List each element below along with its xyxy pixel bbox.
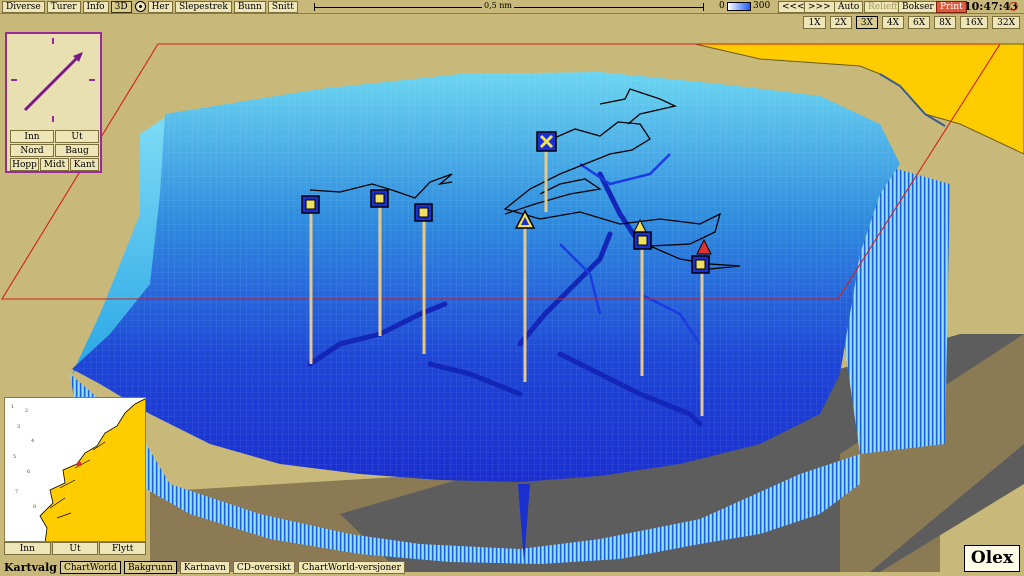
- scale-label: 0,5 nm: [482, 1, 515, 10]
- waypoint-marker[interactable]: [633, 231, 652, 250]
- bokser-button[interactable]: Bokser: [898, 1, 938, 13]
- compass-buttons-row3: Hopp Midt Kant: [10, 158, 99, 171]
- compass-baug-button[interactable]: Baug: [55, 144, 99, 157]
- olex-logo: Olex: [964, 545, 1020, 572]
- menu-turer[interactable]: Turer: [46, 0, 81, 13]
- compass-inn-button[interactable]: Inn: [10, 130, 54, 143]
- target-icon[interactable]: [134, 1, 146, 12]
- relieff-button[interactable]: Relieff: [864, 1, 902, 13]
- waypoint-marker[interactable]: [414, 203, 433, 222]
- svg-text:7: 7: [15, 489, 18, 495]
- svg-text:5: 5: [13, 454, 16, 460]
- depth-color-bar[interactable]: [727, 2, 751, 11]
- menu-diverse[interactable]: Diverse: [2, 0, 45, 13]
- bathymetry-3d-view[interactable]: [0, 14, 1024, 572]
- compass-hopp-button[interactable]: Hopp: [10, 158, 39, 171]
- svg-text:3: 3: [17, 424, 20, 430]
- minimap-flytt-button[interactable]: Flytt: [99, 542, 146, 555]
- bottom-chart-bar: Kartvalg ChartWorld Bakgrunn Kartnavn CD…: [0, 558, 1024, 576]
- compass-buttons: Inn Ut Nord Baug: [10, 130, 99, 157]
- mode-3d-button[interactable]: 3D: [110, 0, 132, 13]
- svg-text:6: 6: [27, 469, 30, 475]
- kartnavn-button[interactable]: Kartnavn: [179, 560, 230, 574]
- print-button[interactable]: Print: [936, 1, 967, 13]
- kartvalg-label: Kartvalg: [4, 560, 57, 574]
- bakgrunn-button[interactable]: Bakgrunn: [123, 560, 177, 574]
- slepestrek-button[interactable]: Slepestrek: [175, 0, 232, 13]
- sun-icon[interactable]: [1009, 2, 1018, 11]
- compass-midt-button[interactable]: Midt: [40, 158, 69, 171]
- depth-max-label: 300: [753, 1, 771, 11]
- next-button[interactable]: >>>: [804, 1, 835, 13]
- compass-panel: Inn Ut Nord Baug Hopp Midt Kant: [5, 32, 102, 173]
- waypoint-marker[interactable]: [370, 189, 389, 208]
- depth-min-label: 0: [719, 1, 725, 11]
- chartworld-versjoner-button[interactable]: ChartWorld-versjoner: [297, 560, 405, 574]
- compass-ut-button[interactable]: Ut: [55, 130, 99, 143]
- overview-minimap[interactable]: 1 2 3 4 5 6 7 8: [4, 397, 146, 542]
- waypoint-marker[interactable]: [301, 195, 320, 214]
- waypoint-marker[interactable]: [691, 255, 710, 274]
- compass-kant-button[interactable]: Kant: [70, 158, 99, 171]
- minimap-chart: 1 2 3 4 5 6 7 8: [5, 398, 145, 541]
- snitt-button[interactable]: Snitt: [267, 0, 298, 13]
- svg-text:1: 1: [11, 404, 14, 410]
- scale-tick-left: [314, 3, 315, 11]
- svg-text:4: 4: [31, 438, 34, 444]
- bunn-button[interactable]: Bunn: [233, 0, 266, 13]
- heading-arrow-icon: [23, 52, 83, 112]
- her-button[interactable]: Her: [147, 0, 174, 13]
- menu-info[interactable]: Info: [82, 0, 109, 13]
- compass-dial[interactable]: [7, 34, 100, 127]
- cross-marker[interactable]: [536, 131, 557, 152]
- cd-oversikt-button[interactable]: CD-oversikt: [232, 560, 295, 574]
- seabed-mesh: [72, 72, 900, 482]
- minimap-buttons: Inn Ut Flytt: [4, 542, 146, 555]
- chartworld-button[interactable]: ChartWorld: [59, 560, 121, 574]
- svg-text:8: 8: [33, 504, 36, 510]
- compass-nord-button[interactable]: Nord: [10, 144, 54, 157]
- scale-tick-right: [703, 3, 704, 11]
- minimap-inn-button[interactable]: Inn: [4, 542, 51, 555]
- svg-text:2: 2: [25, 408, 28, 414]
- minimap-ut-button[interactable]: Ut: [51, 542, 99, 555]
- auto-button[interactable]: Auto: [834, 1, 864, 13]
